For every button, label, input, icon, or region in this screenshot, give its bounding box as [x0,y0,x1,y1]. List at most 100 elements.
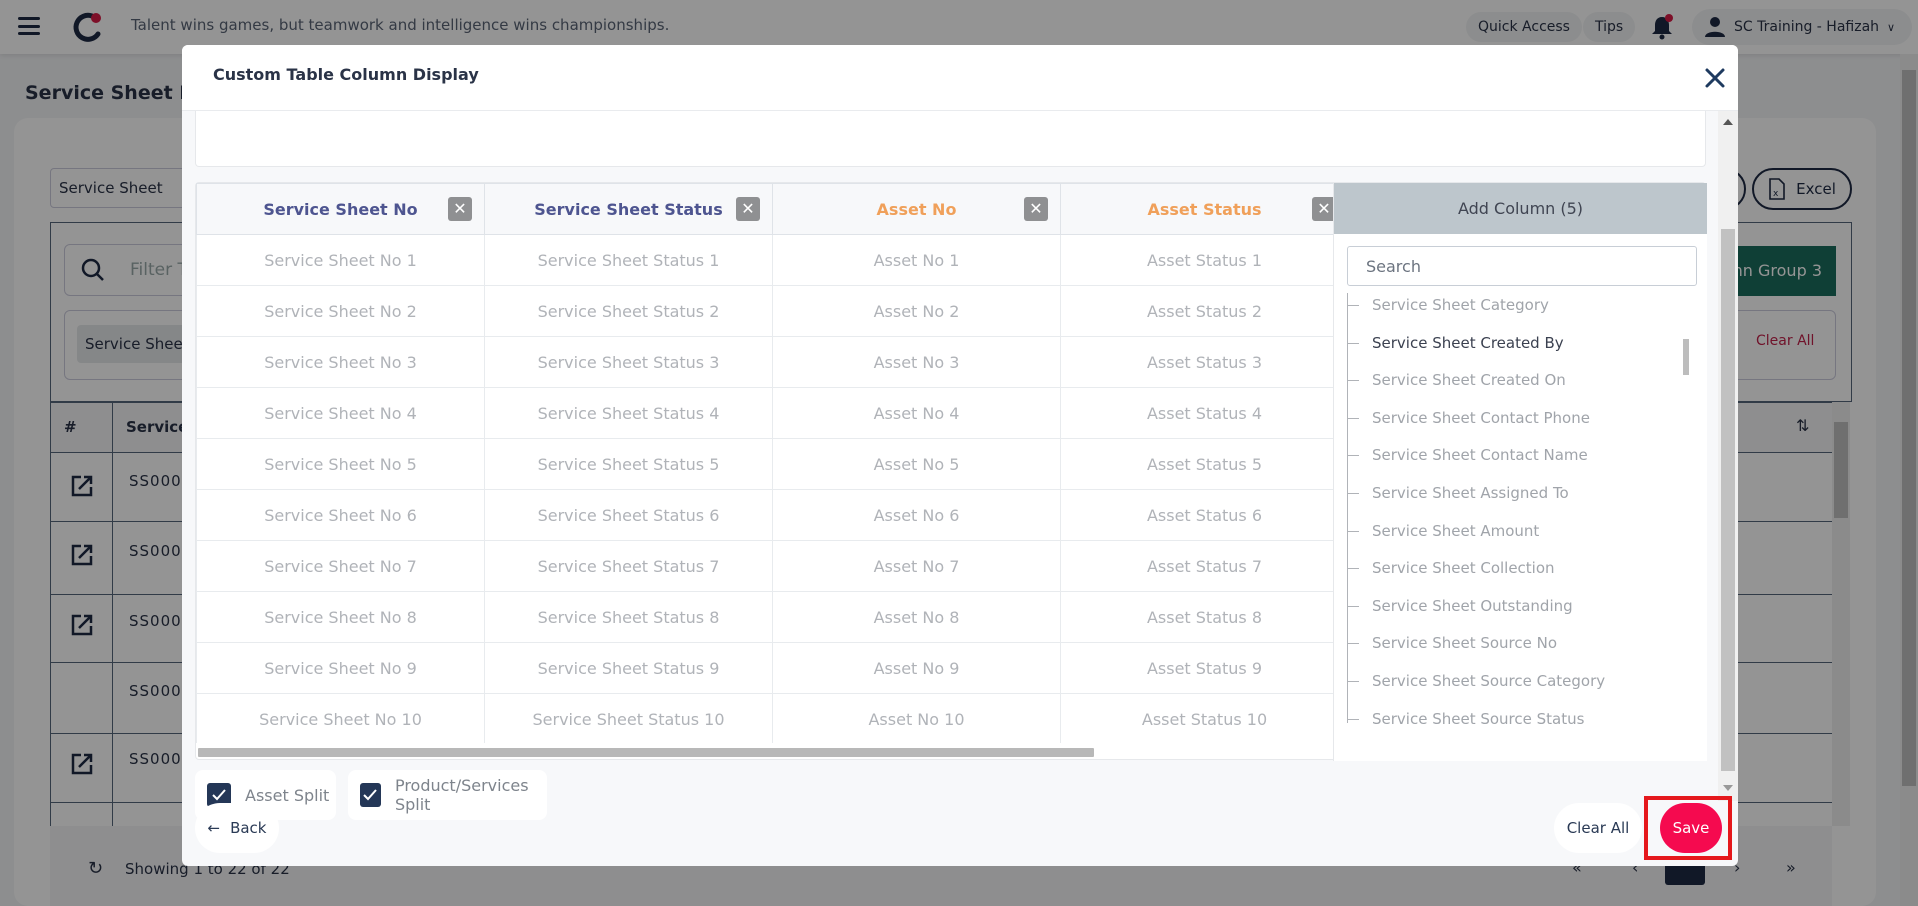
table-row: Service Sheet No 2 Service Sheet Status 2… [196,285,1333,337]
table-cell: Service Sheet No 7 [196,540,485,592]
column-header[interactable]: Service Sheet No ✕ [196,183,485,235]
horizontal-scrollbar-thumb[interactable] [198,748,1094,757]
table-cell: Asset No 8 [772,591,1061,643]
table-cell: Service Sheet No 10 [196,693,485,743]
remove-column-icon[interactable]: ✕ [736,197,760,221]
table-row: Service Sheet No 3 Service Sheet Status 3… [196,336,1333,388]
checkmark-icon [363,789,378,801]
modal-header: Custom Table Column Display [182,45,1738,111]
top-strip [195,111,1706,167]
available-column-item[interactable]: Service Sheet Outstanding [1347,591,1573,621]
remove-column-icon[interactable]: ✕ [448,197,472,221]
table-row: Service Sheet No 7 Service Sheet Status 7… [196,540,1333,592]
product-services-split-checkbox[interactable] [360,783,381,807]
arrow-left-icon: ← [207,819,221,837]
available-column-item[interactable]: Service Sheet Collection [1347,553,1555,583]
table-cell: Service Sheet Status 6 [484,489,773,541]
table-cell: Service Sheet Status 2 [484,285,773,337]
modal-scrollbar[interactable] [1718,111,1738,801]
table-cell: Service Sheet Status 10 [484,693,773,743]
product-services-split-option[interactable]: Product/Services Split [348,770,547,820]
table-row: Service Sheet No 5 Service Sheet Status 5… [196,438,1333,490]
available-column-item[interactable]: Service Sheet Source No [1347,628,1557,658]
table-cell: Asset No 2 [772,285,1061,337]
table-cell: Asset Status 3 [1060,336,1333,388]
table-cell: Service Sheet Status 7 [484,540,773,592]
column-header[interactable]: Service Sheet Status ✕ [484,183,773,235]
table-cell: Asset No 10 [772,693,1061,743]
checkmark-icon [212,789,226,801]
table-cell: Asset Status 1 [1060,234,1333,286]
table-row: Service Sheet No 6 Service Sheet Status 6… [196,489,1333,541]
column-header[interactable]: Asset Status ✕ [1060,183,1333,235]
table-cell: Asset Status 2 [1060,285,1333,337]
preview-table: Service Sheet No ✕ Service Sheet Status ✕ As… [196,183,1333,743]
back-button[interactable]: ← Back [195,803,279,853]
scroll-down-icon[interactable] [1723,785,1733,791]
close-icon[interactable] [1702,65,1728,91]
table-cell: Asset Status 9 [1060,642,1333,694]
table-cell: Service Sheet No 1 [196,234,485,286]
table-cell: Asset Status 4 [1060,387,1333,439]
table-cell: Asset Status 8 [1060,591,1333,643]
table-cell: Service Sheet Status 4 [484,387,773,439]
asset-split-label: Asset Split [245,785,330,805]
product-services-split-label: Product/Services Split [394,776,529,814]
available-column-item[interactable]: Service Sheet Source Category [1347,666,1605,696]
table-cell: Asset Status 6 [1060,489,1333,541]
column-header-label: Asset No [876,199,957,219]
column-editor: Service Sheet No ✕ Service Sheet Status ✕ As… [195,182,1707,761]
table-cell: Service Sheet No 8 [196,591,485,643]
table-cell: Service Sheet No 3 [196,336,485,388]
available-column-item[interactable]: Service Sheet Assigned To [1347,478,1569,508]
preview-table-viewport: Service Sheet No ✕ Service Sheet Status ✕ As… [196,183,1333,743]
column-header-label: Service Sheet No [263,199,418,219]
available-column-item[interactable]: Service Sheet Contact Phone [1347,403,1590,433]
save-button[interactable]: Save [1660,803,1722,853]
remove-column-icon[interactable]: ✕ [1024,197,1048,221]
table-cell: Asset No 4 [772,387,1061,439]
table-cell: Service Sheet Status 1 [484,234,773,286]
table-row: Service Sheet No 4 Service Sheet Status 4… [196,387,1333,439]
remove-column-icon[interactable]: ✕ [1312,197,1333,221]
back-label: Back [230,819,267,837]
table-row: Service Sheet No 10 Service Sheet Status … [196,693,1333,743]
table-cell: Service Sheet Status 9 [484,642,773,694]
table-cell: Service Sheet No 4 [196,387,485,439]
table-cell: Service Sheet No 5 [196,438,485,490]
add-column-header: Add Column (5) [1334,183,1707,234]
list-scrollbar-thumb[interactable] [1683,339,1689,375]
table-row: Service Sheet No 9 Service Sheet Status 9… [196,642,1333,694]
table-cell: Service Sheet Status 3 [484,336,773,388]
table-cell: Service Sheet Status 8 [484,591,773,643]
modal-title: Custom Table Column Display [213,65,479,84]
table-cell: Asset No 9 [772,642,1061,694]
add-column-panel: Add Column (5) Service Sheet CategorySer… [1333,183,1707,761]
table-cell: Service Sheet No 9 [196,642,485,694]
preview-body: Service Sheet No 1 Service Sheet Status 1… [196,234,1333,743]
table-cell: Service Sheet No 2 [196,285,485,337]
table-cell: Asset Status 10 [1060,693,1333,743]
add-column-search-input[interactable] [1347,246,1697,286]
available-column-item[interactable]: Service Sheet Created By [1347,328,1564,358]
available-column-item[interactable]: Service Sheet Contact Name [1347,440,1588,470]
scroll-up-icon[interactable] [1723,119,1733,125]
column-header[interactable]: Asset No ✕ [772,183,1061,235]
available-column-item[interactable]: Service Sheet Source Status [1347,704,1584,734]
preview-header-row: Service Sheet No ✕ Service Sheet Status ✕ As… [196,183,1333,235]
table-cell: Asset No 3 [772,336,1061,388]
available-column-item[interactable]: Service Sheet Created On [1347,365,1566,395]
table-cell: Service Sheet No 6 [196,489,485,541]
table-cell: Service Sheet Status 5 [484,438,773,490]
table-cell: Asset Status 7 [1060,540,1333,592]
column-header-label: Asset Status [1147,199,1262,219]
table-cell: Asset Status 5 [1060,438,1333,490]
available-columns-list: Service Sheet Category Service Sheet Crea… [1347,293,1697,748]
custom-column-modal: Custom Table Column Display Service Shee… [182,45,1738,866]
column-header-label: Service Sheet Status [534,199,723,219]
available-column-item[interactable]: Service Sheet Amount [1347,516,1539,546]
table-cell: Asset No 7 [772,540,1061,592]
modal-scrollbar-thumb[interactable] [1721,229,1735,771]
clear-all-button[interactable]: Clear All [1554,803,1642,853]
available-column-item[interactable]: Service Sheet Category [1347,293,1549,320]
